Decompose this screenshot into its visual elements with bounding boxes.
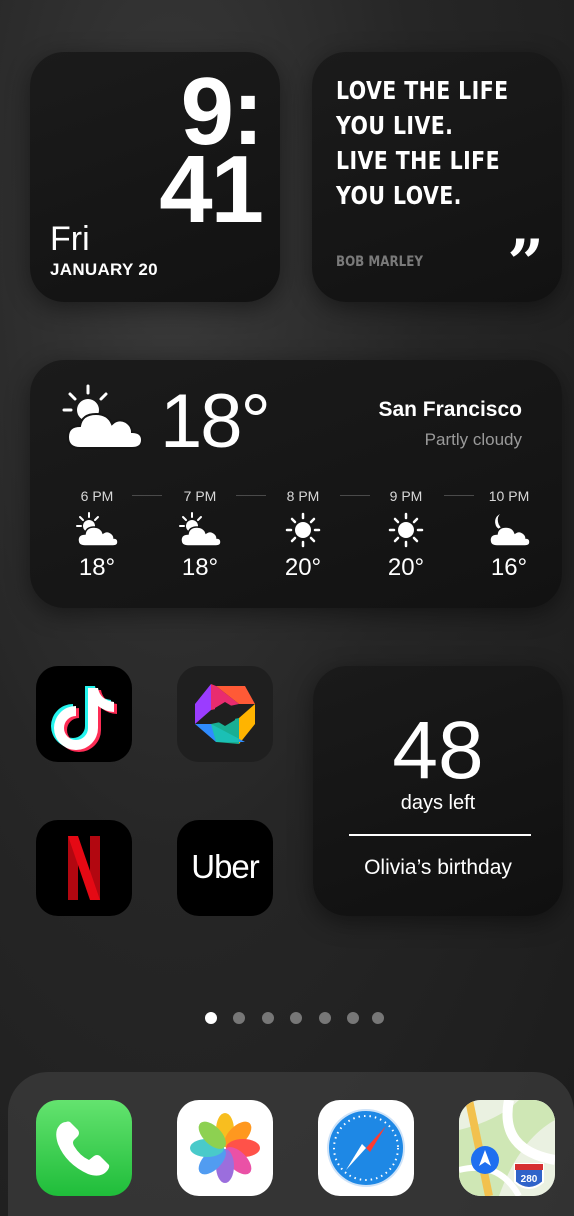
forecast-hour: 8 PM 20° — [256, 488, 350, 582]
dock: 280 — [8, 1072, 574, 1216]
uber-logo: Uber — [191, 848, 260, 885]
forecast-hour: 7 PM 18° — [153, 488, 247, 582]
phone-icon — [56, 1121, 110, 1176]
photos-app[interactable] — [177, 1100, 273, 1196]
safari-app[interactable] — [318, 1100, 414, 1196]
prisma-icon — [195, 684, 255, 744]
quote-line: YOU LOVE. — [336, 181, 462, 210]
prisma-app[interactable] — [177, 666, 273, 762]
page-dot[interactable] — [319, 1012, 331, 1024]
netflix-icon — [68, 836, 100, 900]
forecast-time: 8 PM — [286, 488, 320, 504]
moon-cloud-icon — [489, 514, 531, 547]
uber-app[interactable]: Uber — [177, 820, 273, 916]
quote-mark-icon: ” — [507, 226, 544, 301]
forecast-temp: 18° — [181, 554, 219, 581]
forecast-hour: 10 PM 16° — [462, 488, 556, 582]
page-dot[interactable] — [290, 1012, 302, 1024]
quote-line: YOU LIVE. — [336, 111, 454, 140]
forecast-time: 7 PM — [183, 488, 217, 504]
page-dot[interactable] — [233, 1012, 245, 1024]
weather-widget[interactable]: 18° San Francisco Partly cloudy 6 PM 18°… — [30, 360, 562, 608]
quote-line: LOVE THE LIFE — [336, 76, 509, 105]
safari-icon — [327, 1109, 405, 1187]
forecast-time: 9 PM — [389, 488, 423, 504]
forecast-temp: 20° — [284, 554, 322, 581]
forecast-temp: 20° — [387, 554, 425, 581]
clock-widget[interactable]: 9: 41 Fri JANUARY 20 — [30, 52, 280, 302]
quote-author: BOB MARLEY — [336, 254, 423, 270]
countdown-widget[interactable]: 48 days left Olivia’s birthday — [313, 666, 563, 916]
netflix-app[interactable] — [36, 820, 132, 916]
hourly-forecast: 6 PM 18° 7 PM 18° 8 PM 20° 9 PM 20° 10 P… — [50, 488, 546, 598]
photos-icon — [190, 1113, 260, 1183]
countdown-number: 48 — [392, 705, 484, 796]
highway-badge: 280 — [521, 1174, 538, 1185]
forecast-temp: 16° — [490, 554, 528, 581]
tiktok-icon — [51, 686, 117, 752]
sun-icon — [388, 512, 424, 548]
clock-date: JANUARY 20 — [50, 260, 158, 279]
countdown-label: days left — [400, 792, 476, 814]
forecast-hour: 9 PM 20° — [359, 488, 453, 582]
partly-cloudy-icon — [62, 384, 144, 449]
forecast-temp: 18° — [78, 554, 116, 581]
clock-day: Fri — [50, 220, 90, 258]
weather-condition: Partly cloudy — [424, 430, 522, 449]
weather-city: San Francisco — [378, 398, 522, 421]
page-dot-active[interactable] — [205, 1012, 217, 1024]
page-dot[interactable] — [372, 1012, 384, 1024]
clock-minute: 41 — [159, 136, 264, 243]
partly-cloudy-icon — [179, 512, 222, 547]
page-dot[interactable] — [347, 1012, 359, 1024]
forecast-time: 10 PM — [488, 488, 530, 504]
phone-app[interactable] — [36, 1100, 132, 1196]
maps-icon: 280 — [459, 1100, 555, 1196]
forecast-hour: 6 PM 18° — [50, 488, 144, 582]
countdown-event: Olivia’s birthday — [364, 856, 512, 879]
sun-icon — [285, 512, 321, 548]
current-temperature: 18° — [160, 379, 271, 464]
quote-widget[interactable]: LOVE THE LIFE YOU LIVE. LIVE THE LIFE YO… — [312, 52, 562, 302]
maps-app[interactable]: 280 — [459, 1100, 555, 1196]
partly-cloudy-icon — [76, 512, 119, 547]
tiktok-app[interactable] — [36, 666, 132, 762]
page-dot[interactable] — [262, 1012, 274, 1024]
divider — [349, 834, 531, 836]
quote-line: LIVE THE LIFE — [336, 146, 501, 175]
forecast-time: 6 PM — [80, 488, 114, 504]
